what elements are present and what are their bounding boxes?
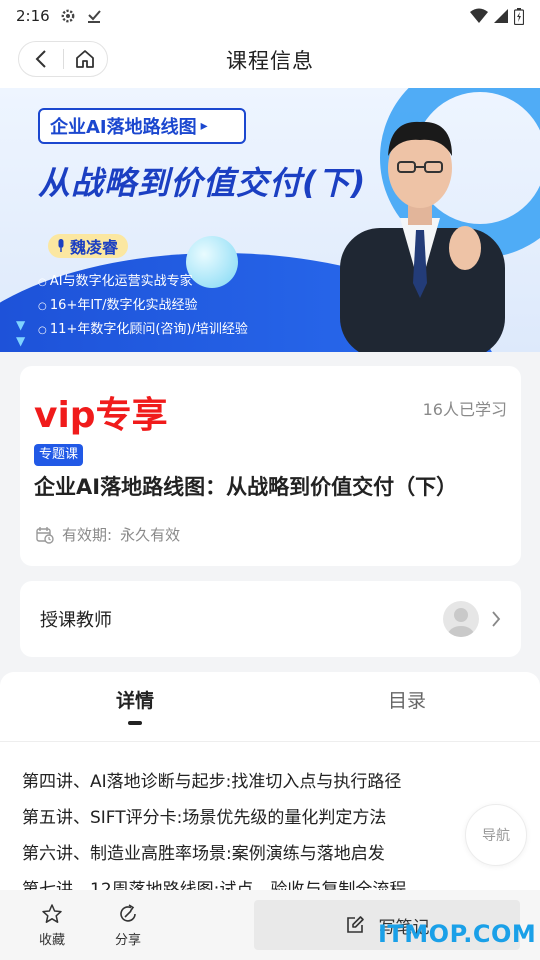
banner-speaker: 魏凌睿: [48, 234, 129, 258]
teacher-row[interactable]: 授课教师: [20, 581, 521, 657]
learner-count: 16人已学习: [422, 400, 507, 419]
list-item: 第五讲、SIFT评分卡:场景优先级的量化判定方法: [22, 808, 387, 828]
vip-label: vip专享: [34, 395, 168, 436]
banner-points: AI与数字化运营实战专家 16+年IT/数字化实战经验 11+年数字化顾问(咨询…: [38, 270, 248, 342]
microphone-icon: [58, 239, 64, 252]
favorite-label: 收藏: [38, 932, 65, 948]
chevron-right-icon: [492, 611, 501, 627]
site-watermark: ITMOP.COM: [378, 920, 537, 948]
tab-catalog[interactable]: 目录: [388, 686, 426, 713]
banner-arrow-icon: ▼: [16, 334, 26, 348]
course-info-card: vip专享 16人已学习 专题课企业AI落地路线图：从战略到价值交付（下） 有效…: [20, 366, 521, 566]
banner-point: 16+年IT/数字化实战经验: [38, 294, 248, 318]
speaker-name: 魏凌睿: [70, 238, 119, 257]
share-icon: [120, 903, 136, 922]
validity-value: 永久有效: [120, 526, 181, 544]
list-item: 第六讲、制造业高胜率场景:案例演练与落地启发: [22, 844, 385, 864]
teacher-avatar: [443, 601, 479, 637]
top-bar: 课程信息: [0, 32, 540, 88]
star-icon: [42, 903, 62, 923]
gear-icon: [61, 9, 75, 23]
wifi-icon: [470, 8, 488, 23]
edit-icon: [346, 916, 364, 933]
tab-details[interactable]: 详情: [116, 686, 154, 713]
home-icon: [76, 50, 95, 68]
banner-arrow-icon: ▼: [16, 318, 26, 332]
nav-pill: [18, 41, 108, 77]
banner-title: 从战略到价值交付(下): [38, 164, 367, 202]
lesson-list: 第四讲、AI落地诊断与起步:找准切入点与执行路径 第五讲、SIFT评分卡:场景优…: [22, 764, 406, 908]
signal-icon: [494, 9, 508, 23]
list-item: 第四讲、AI落地诊断与起步:找准切入点与执行路径: [22, 772, 402, 792]
share-button[interactable]: 分享: [90, 890, 166, 960]
course-title: 专题课企业AI落地路线图：从战略到价值交付（下）: [34, 438, 508, 504]
back-button[interactable]: [19, 42, 63, 76]
validity-label: 有效期:: [62, 526, 113, 544]
share-label: 分享: [114, 932, 141, 948]
banner-point: 11+年数字化顾问(咨询)/培训经验: [38, 318, 248, 342]
status-time: 2:16: [16, 7, 50, 25]
banner-tag: 企业AI落地路线图: [38, 108, 246, 144]
floating-nav-button[interactable]: 导航: [465, 804, 527, 866]
favorite-button[interactable]: 收藏: [14, 890, 90, 960]
validity-row: 有效期: 永久有效: [36, 524, 180, 545]
battery-icon: [514, 7, 524, 25]
home-button[interactable]: [64, 42, 108, 76]
course-title-text: 企业AI落地路线图：从战略到价值交付（下）: [34, 475, 458, 499]
tab-bar: 详情 目录: [0, 672, 540, 742]
back-icon: [35, 50, 46, 68]
course-type-badge: 专题课: [34, 444, 84, 466]
banner-point: AI与数字化运营实战专家: [38, 270, 248, 294]
page-title: 课程信息: [226, 49, 314, 73]
status-bar: 2:16: [0, 0, 540, 32]
speaker-photo: [340, 121, 505, 352]
teacher-label: 授课教师: [40, 610, 112, 631]
active-tab-indicator: [128, 721, 142, 725]
download-check-icon: [87, 10, 101, 23]
avatar-placeholder-icon: [448, 608, 474, 637]
calendar-clock-icon: [36, 526, 54, 544]
course-banner: 企业AI落地路线图 从战略到价值交付(下) 魏凌睿 AI与数字化运营实战专家 1…: [0, 88, 540, 352]
